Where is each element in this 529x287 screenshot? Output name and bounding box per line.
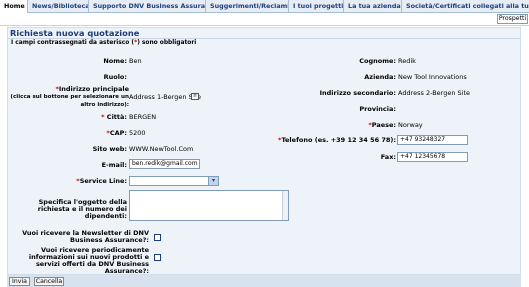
title-divider bbox=[8, 38, 520, 39]
citta-value: BERGEN bbox=[129, 113, 157, 121]
required-note-text: I campi contrassegnati da asterisco ( bbox=[11, 40, 135, 46]
info-prodotti-checkbox[interactable] bbox=[154, 254, 161, 261]
cancella-button[interactable]: Cancella bbox=[34, 277, 64, 286]
nome-label: Nome: bbox=[103, 57, 127, 65]
azienda-value: New Tool Innovations bbox=[398, 73, 467, 81]
email-label: E-mail: bbox=[101, 161, 127, 169]
ruolo-label: Ruolo: bbox=[103, 73, 127, 81]
quote-request-panel: Richiesta nuova quotazione I campi contr… bbox=[7, 27, 521, 275]
cap-label: *CAP: bbox=[106, 129, 127, 137]
tab-la-tua-azienda[interactable]: La tua azienda bbox=[344, 0, 402, 13]
paese-label-text: Paese: bbox=[371, 121, 396, 129]
tab-suggerimenti-reclami[interactable]: Suggerimenti/Reclami bbox=[206, 0, 289, 13]
telefono-label: *Telefono (es. +39 12 34 56 78): bbox=[278, 136, 396, 144]
newsletter-checkbox[interactable] bbox=[154, 234, 161, 241]
sub-toolbar: Prospetti bbox=[0, 13, 529, 26]
prospetti-button[interactable]: Prospetti bbox=[497, 14, 528, 24]
email-input[interactable]: ben.redik@gmail.com bbox=[129, 159, 200, 169]
telefono-input[interactable]: +47 93248327 bbox=[397, 135, 468, 145]
oggetto-richiesta-label: Specifica l'oggetto della richiesta e il… bbox=[37, 198, 127, 220]
citta-label-text: Città: bbox=[106, 113, 127, 121]
paese-value: Norway bbox=[398, 121, 423, 129]
newsletter-label: Vuoi ricevere la Newsletter di DNV Busin… bbox=[22, 229, 149, 244]
nome-value: Ben bbox=[129, 57, 142, 65]
tab-home[interactable]: Home bbox=[0, 0, 28, 13]
invia-button[interactable]: Invia bbox=[9, 277, 30, 286]
textarea-scrollbar[interactable] bbox=[282, 191, 288, 220]
service-line-label: *Service Line: bbox=[76, 177, 127, 185]
address-picker-icon[interactable]: ≡ bbox=[191, 93, 199, 100]
sito-web-label: Sito web: bbox=[92, 145, 127, 153]
cap-label-text: CAP: bbox=[109, 129, 127, 137]
indirizzo-secondario-value: Address 2-Bergen Site bbox=[398, 89, 471, 97]
sito-web-value: WWW.NewTool.Com bbox=[129, 145, 194, 153]
indirizzo-principale-label: *Indirizzo principale (clicca sul botton… bbox=[8, 86, 129, 109]
telefono-label-text: Telefono (es. +39 12 34 56 78): bbox=[281, 136, 396, 144]
tab-i-tuoi-progetti[interactable]: I tuoi progetti bbox=[289, 0, 344, 13]
service-line-label-text: Service Line: bbox=[79, 177, 127, 185]
indirizzo-principale-text: Indirizzo principale bbox=[58, 85, 129, 93]
cognome-label: Cognome: bbox=[359, 57, 396, 65]
oggetto-richiesta-textarea[interactable] bbox=[129, 190, 289, 221]
provincia-label: Provincia: bbox=[359, 105, 396, 113]
fax-input[interactable]: +47 12345678 bbox=[397, 152, 468, 162]
required-fields-note: I campi contrassegnati da asterisco (*) … bbox=[11, 40, 196, 46]
citta-label: * Città: bbox=[101, 113, 127, 121]
tab-news-biblioteca[interactable]: News/Biblioteca bbox=[28, 0, 89, 13]
cap-value: 5200 bbox=[129, 129, 146, 137]
main-tab-bar: Home News/Biblioteca Supporto DNV Busine… bbox=[0, 0, 529, 13]
page-title: Richiesta nuova quotazione bbox=[10, 28, 140, 38]
tab-societa-certificati[interactable]: Società/Certificati collegati alla tua a bbox=[402, 0, 529, 13]
tab-supporto-dnv[interactable]: Supporto DNV Business Assurance bbox=[89, 0, 206, 13]
paese-label: *Paese: bbox=[368, 121, 396, 129]
azienda-label: Azienda: bbox=[364, 73, 396, 81]
service-line-select[interactable]: ▾ bbox=[129, 176, 219, 186]
cognome-value: Redik bbox=[398, 57, 416, 65]
fax-label: Fax: bbox=[380, 153, 396, 161]
indirizzo-principale-hint: (clicca sul bottone per selezionare un a… bbox=[10, 94, 129, 108]
required-note-text-end: ) sono obbligatori bbox=[137, 40, 197, 46]
indirizzo-secondario-label: Indirizzo secondario: bbox=[319, 89, 396, 97]
required-asterisk: * bbox=[101, 113, 105, 121]
form-footer: Invia Cancella bbox=[7, 275, 521, 287]
chevron-down-icon[interactable]: ▾ bbox=[208, 177, 218, 185]
service-line-selected bbox=[130, 178, 132, 185]
info-prodotti-label: Vuoi ricevere periodicamente informazion… bbox=[28, 246, 149, 275]
